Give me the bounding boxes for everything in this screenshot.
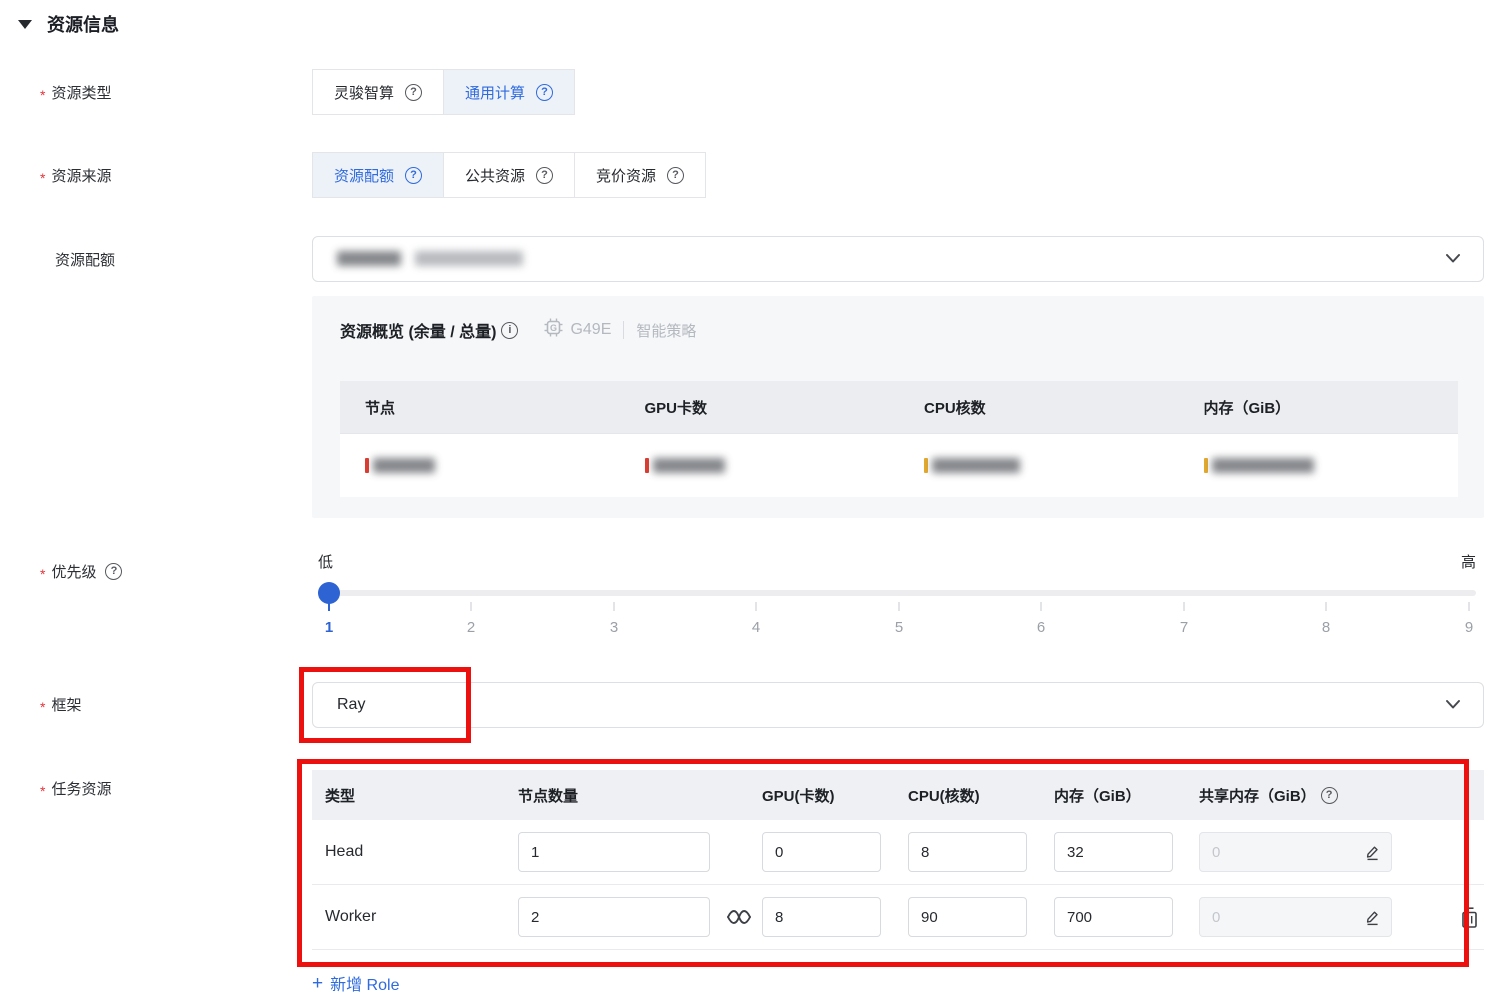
chevron-down-icon: [1445, 253, 1461, 264]
help-icon[interactable]: ?: [1321, 787, 1338, 804]
task-resources-table: 类型 节点数量 GPU(卡数) CPU(核数) 内存（GiB） 共享内存（GiB…: [312, 770, 1484, 950]
overview-cell-memory-redacted: [1179, 458, 1459, 473]
delete-row-icon[interactable]: [1459, 906, 1480, 929]
edit-pencil-icon[interactable]: [1362, 842, 1382, 862]
framework-label: * 框架: [40, 694, 81, 715]
slider-tick-4[interactable]: 4: [752, 619, 760, 636]
help-icon[interactable]: ?: [667, 167, 684, 184]
resource-quota-select[interactable]: [312, 236, 1484, 282]
task-row-worker: Worker: [312, 885, 1484, 950]
resource-type-tabs: 灵骏智算 ? 通用计算 ?: [312, 69, 575, 115]
slider-tick-2[interactable]: 2: [467, 619, 475, 636]
tab-general-compute[interactable]: 通用计算 ?: [443, 69, 575, 115]
task-row-head: Head: [312, 820, 1484, 885]
smart-policy-label: 智能策略: [636, 320, 696, 341]
chevron-down-icon: [1445, 699, 1461, 710]
gpu-chip-label: G49E: [570, 321, 611, 339]
tab-resource-quota[interactable]: 资源配额 ?: [312, 152, 444, 198]
framework-select[interactable]: Ray: [312, 682, 1484, 728]
resource-source-tabs: 资源配额 ? 公共资源 ? 竞价资源 ?: [312, 152, 706, 198]
elastic-scaling-icon[interactable]: [726, 906, 752, 928]
slider-handle[interactable]: [318, 582, 340, 604]
overview-title: 资源概览 (余量 / 总量): [340, 318, 496, 342]
divider: [623, 321, 624, 339]
overview-cell-node-redacted: [340, 458, 620, 473]
slider-tick-8[interactable]: 8: [1322, 619, 1330, 636]
tab-spot-resource[interactable]: 竞价资源 ?: [574, 152, 706, 198]
tab-lingjun-ai-compute[interactable]: 灵骏智算 ?: [312, 69, 444, 115]
edit-pencil-icon[interactable]: [1362, 907, 1382, 927]
task-resources-label: * 任务资源: [40, 778, 111, 799]
section-title: 资源信息: [47, 11, 119, 37]
help-icon[interactable]: ?: [536, 84, 553, 101]
help-icon[interactable]: ?: [405, 167, 422, 184]
info-icon[interactable]: i: [501, 322, 518, 339]
gpu-chip-icon: G: [544, 318, 563, 342]
collapse-triangle-icon[interactable]: [18, 20, 32, 29]
overview-cell-gpu-redacted: [620, 458, 900, 473]
help-icon[interactable]: ?: [536, 167, 553, 184]
help-icon[interactable]: ?: [405, 84, 422, 101]
svg-text:G: G: [550, 323, 557, 333]
framework-value: Ray: [337, 696, 365, 714]
head-cpu-input[interactable]: [908, 832, 1027, 872]
resource-type-label: * 资源类型: [40, 82, 111, 103]
overview-cell-cpu-redacted: [899, 458, 1179, 473]
role-type: Worker: [312, 908, 518, 926]
tab-public-resource[interactable]: 公共资源 ?: [443, 152, 575, 198]
resource-quota-value-redacted: [337, 250, 523, 268]
slider-min-label: 低: [318, 551, 333, 572]
head-gpu-input[interactable]: [762, 832, 881, 872]
worker-node-count-input[interactable]: [518, 897, 710, 937]
task-table-header: 类型 节点数量 GPU(卡数) CPU(核数) 内存（GiB） 共享内存（GiB…: [312, 770, 1484, 820]
slider-track[interactable]: [318, 590, 1476, 596]
resource-config-page: 资源信息 * 资源类型 灵骏智算 ? 通用计算 ? * 资源来源 资源配额 ? …: [0, 0, 1508, 1006]
overview-table-row: [340, 433, 1458, 497]
required-mark: *: [40, 87, 45, 103]
add-role-button[interactable]: + 新增 Role: [312, 971, 399, 995]
head-memory-input[interactable]: [1054, 832, 1173, 872]
section-header[interactable]: 资源信息: [18, 11, 119, 37]
worker-memory-input[interactable]: [1054, 897, 1173, 937]
resource-overview-panel: 资源概览 (余量 / 总量) i G G49E 智能策略: [312, 296, 1484, 518]
resource-source-label: * 资源来源: [40, 165, 111, 186]
role-type: Head: [312, 843, 518, 861]
head-node-count-input[interactable]: [518, 832, 710, 872]
plus-icon: +: [312, 974, 323, 993]
worker-gpu-input[interactable]: [762, 897, 881, 937]
overview-table: 节点 GPU卡数 CPU核数 内存（GiB）: [340, 381, 1458, 497]
resource-quota-label: 资源配额: [55, 249, 115, 270]
priority-slider: 低 高 1 2 3 4 5 6 7 8 9: [312, 551, 1484, 647]
priority-label: * 优先级 ?: [40, 561, 122, 582]
overview-table-header: 节点 GPU卡数 CPU核数 内存（GiB）: [340, 381, 1458, 433]
worker-cpu-input[interactable]: [908, 897, 1027, 937]
slider-max-label: 高: [1461, 551, 1476, 572]
slider-tick-7[interactable]: 7: [1180, 619, 1188, 636]
slider-tick-6[interactable]: 6: [1037, 619, 1045, 636]
slider-tick-1[interactable]: 1: [325, 619, 333, 636]
slider-tick-9[interactable]: 9: [1465, 619, 1473, 636]
slider-tick-3[interactable]: 3: [610, 619, 618, 636]
help-icon[interactable]: ?: [105, 563, 122, 580]
slider-tick-5[interactable]: 5: [895, 619, 903, 636]
